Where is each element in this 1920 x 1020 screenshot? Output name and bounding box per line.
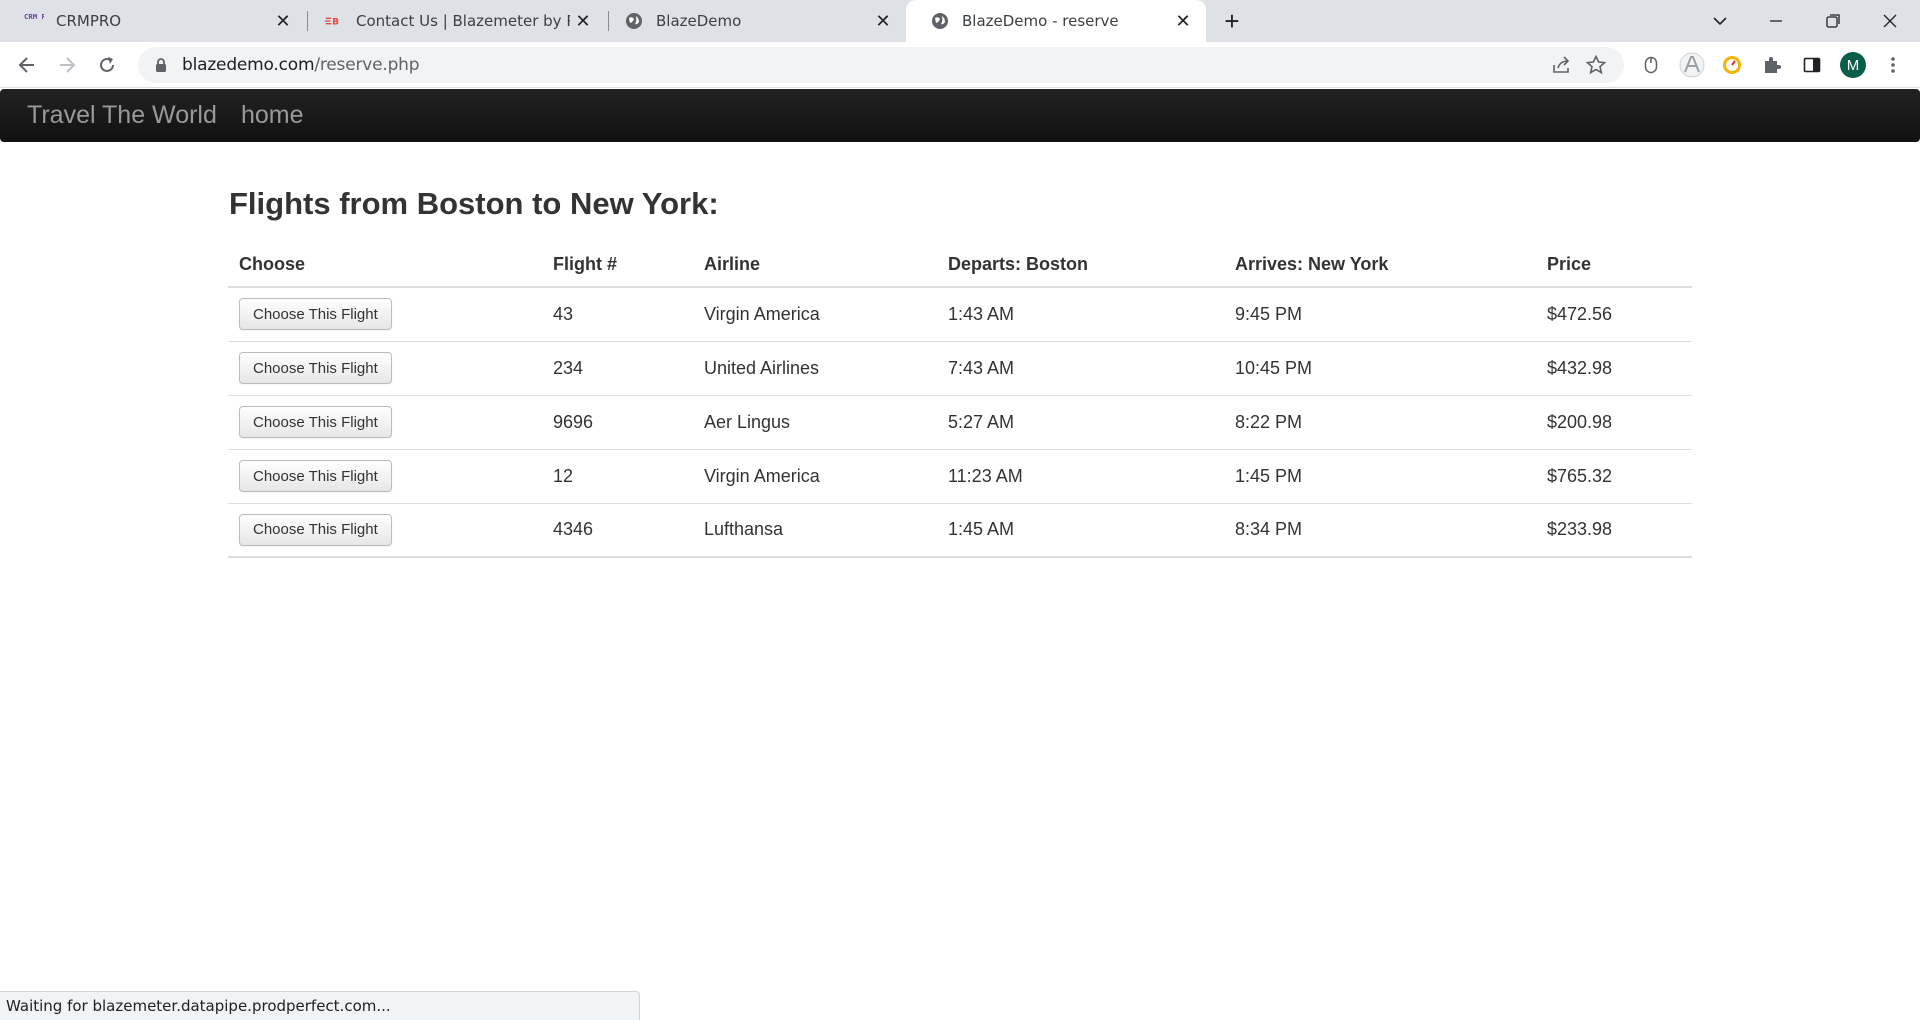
- choose-cell: Choose This Flight: [228, 502, 542, 558]
- extension-timer-icon[interactable]: [1717, 50, 1747, 80]
- restore-icon[interactable]: [1805, 0, 1861, 42]
- close-icon[interactable]: ✕: [870, 8, 896, 34]
- back-icon[interactable]: [11, 49, 43, 81]
- extensions-puzzle-icon[interactable]: [1757, 50, 1787, 80]
- departs-cell: 1:45 AM: [937, 502, 1224, 558]
- arrives-cell: 10:45 PM: [1224, 340, 1536, 395]
- departs-cell: 1:43 AM: [937, 286, 1224, 341]
- close-icon[interactable]: ✕: [270, 8, 296, 34]
- address-bar[interactable]: blazedemo.com/reserve.php: [138, 47, 1624, 83]
- airline-cell: United Airlines: [693, 340, 937, 395]
- tab-blazedemo[interactable]: BlazeDemo ✕: [600, 0, 906, 42]
- price-cell: $233.98: [1536, 502, 1692, 558]
- airline-cell: Lufthansa: [693, 502, 937, 558]
- close-window-icon[interactable]: [1862, 0, 1918, 42]
- table-row: Choose This Flight 43 Virgin America 1:4…: [228, 286, 1692, 341]
- close-icon[interactable]: ✕: [570, 8, 596, 34]
- flight-number-cell: 43: [542, 286, 693, 341]
- price-cell: $472.56: [1536, 286, 1692, 341]
- table-row: Choose This Flight 234 United Airlines 7…: [228, 340, 1692, 395]
- airline-cell: Virgin America: [693, 448, 937, 503]
- globe-icon: [624, 11, 644, 31]
- column-header-departs: Departs: Boston: [937, 242, 1224, 288]
- tab-title: Contact Us | Blazemeter by Perfo: [356, 12, 570, 30]
- price-cell: $200.98: [1536, 394, 1692, 449]
- extension-a-icon[interactable]: [1677, 50, 1707, 80]
- column-header-choose: Choose: [228, 242, 542, 288]
- profile-avatar[interactable]: M: [1840, 52, 1866, 78]
- choose-flight-button[interactable]: Choose This Flight: [239, 406, 392, 438]
- tab-search-icon[interactable]: [1692, 0, 1748, 42]
- globe-icon: [930, 11, 950, 31]
- tab-title: BlazeDemo - reserve: [962, 12, 1119, 30]
- choose-flight-button[interactable]: Choose This Flight: [239, 513, 392, 546]
- flight-number-cell: 4346: [542, 502, 693, 558]
- choose-cell: Choose This Flight: [228, 340, 542, 395]
- side-panel-icon[interactable]: [1797, 50, 1827, 80]
- lock-icon[interactable]: [152, 56, 170, 74]
- departs-cell: 5:27 AM: [937, 394, 1224, 449]
- svg-text:B: B: [332, 18, 339, 28]
- table-row: Choose This Flight 4346 Lufthansa 1:45 A…: [228, 502, 1692, 558]
- choose-flight-button[interactable]: Choose This Flight: [239, 460, 392, 492]
- tab-blazemeter-contact[interactable]: B Contact Us | Blazemeter by Perfo ✕: [300, 0, 606, 42]
- crmpro-logo-icon: CRM PRO: [24, 11, 44, 31]
- tab-blazedemo-reserve[interactable]: BlazeDemo - reserve ✕: [906, 0, 1206, 42]
- choose-cell: Choose This Flight: [228, 448, 542, 503]
- flight-number-cell: 9696: [542, 394, 693, 449]
- tab-strip: CRM PRO CRMPRO ✕ B Contact Us | Blazemet…: [0, 0, 1920, 42]
- url-path: /reserve.php: [314, 55, 420, 75]
- column-header-airline: Airline: [693, 242, 937, 288]
- arrives-cell: 8:34 PM: [1224, 502, 1536, 558]
- table-row: Choose This Flight 9696 Aer Lingus 5:27 …: [228, 394, 1692, 449]
- column-header-flight-number: Flight #: [542, 242, 693, 288]
- new-tab-button[interactable]: +: [1218, 6, 1246, 36]
- minimize-icon[interactable]: [1748, 0, 1804, 42]
- page-title: Flights from Boston to New York:: [229, 186, 719, 221]
- forward-icon[interactable]: [51, 49, 83, 81]
- bookmark-star-icon[interactable]: [1582, 51, 1610, 79]
- choose-cell: Choose This Flight: [228, 286, 542, 341]
- reload-icon[interactable]: [91, 49, 123, 81]
- svg-text:CRM PRO: CRM PRO: [24, 12, 44, 21]
- arrives-cell: 1:45 PM: [1224, 448, 1536, 503]
- close-icon[interactable]: ✕: [1170, 8, 1196, 34]
- url-host: blazedemo.com: [182, 55, 315, 75]
- browser-toolbar: blazedemo.com/reserve.php M: [0, 42, 1920, 88]
- arrives-cell: 8:22 PM: [1224, 394, 1536, 449]
- price-cell: $432.98: [1536, 340, 1692, 395]
- choose-cell: Choose This Flight: [228, 394, 542, 449]
- table-row: Choose This Flight 12 Virgin America 11:…: [228, 448, 1692, 503]
- column-header-price: Price: [1536, 242, 1692, 288]
- flight-number-cell: 12: [542, 448, 693, 503]
- departs-cell: 11:23 AM: [937, 448, 1224, 503]
- choose-flight-button[interactable]: Choose This Flight: [239, 298, 392, 331]
- brand-link[interactable]: Travel The World: [27, 101, 217, 130]
- column-header-arrives: Arrives: New York: [1224, 242, 1536, 288]
- home-link[interactable]: home: [241, 101, 304, 130]
- arrives-cell: 9:45 PM: [1224, 286, 1536, 341]
- status-bubble: Waiting for blazemeter.datapipe.prodperf…: [0, 991, 640, 1020]
- tab-title: BlazeDemo: [656, 12, 742, 30]
- flight-number-cell: 234: [542, 340, 693, 395]
- table-header-row: Choose Flight # Airline Departs: Boston …: [228, 242, 1692, 288]
- site-navbar: Travel The World home: [0, 89, 1920, 142]
- share-icon[interactable]: [1548, 51, 1576, 79]
- price-cell: $765.32: [1536, 448, 1692, 503]
- flights-table: Choose Flight # Airline Departs: Boston …: [228, 242, 1692, 558]
- tab-crmpro[interactable]: CRM PRO CRMPRO ✕: [0, 0, 306, 42]
- airline-cell: Virgin America: [693, 286, 937, 341]
- choose-flight-button[interactable]: Choose This Flight: [239, 352, 392, 384]
- airline-cell: Aer Lingus: [693, 394, 937, 449]
- tab-title: CRMPRO: [56, 12, 122, 30]
- departs-cell: 7:43 AM: [937, 340, 1224, 395]
- more-menu-icon[interactable]: [1878, 50, 1908, 80]
- url-text[interactable]: blazedemo.com/reserve.php: [182, 55, 420, 75]
- extension-mouse-icon[interactable]: [1636, 50, 1666, 80]
- blazemeter-logo-icon: B: [324, 11, 344, 31]
